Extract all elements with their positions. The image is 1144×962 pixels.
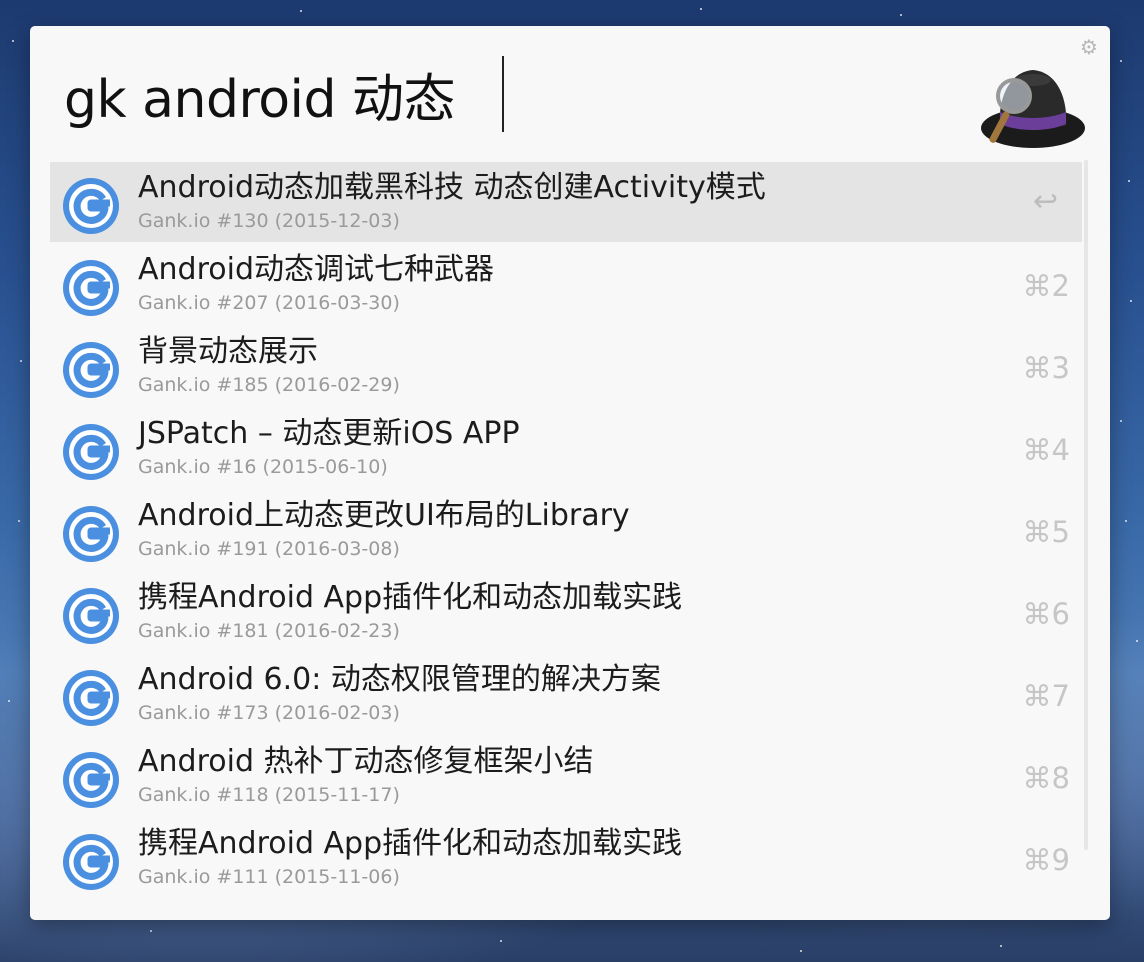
gank-g-icon [63,588,119,644]
search-input[interactable]: gk android 动态 [64,60,456,140]
launcher-panel: gk android 动态 ⚙ Android动态加载黑科技 动态创建Activ… [30,26,1110,920]
gank-g-icon [63,506,119,562]
result-row[interactable]: JSPatch – 动态更新iOS APP Gank.io #16 (2015-… [50,408,1082,490]
result-subtitle: Gank.io #185 (2016-02-29) [138,374,400,396]
result-row[interactable]: 携程Android App插件化和动态加载实践 Gank.io #181 (20… [50,572,1082,654]
result-title: Android 热补丁动态修复框架小结 [138,744,594,779]
result-subtitle: Gank.io #191 (2016-03-08) [138,538,400,560]
result-title: Android上动态更改UI布局的Library [138,498,630,533]
gank-g-icon [63,178,119,234]
result-shortcut: ↩ [1032,184,1058,219]
result-subtitle: Gank.io #207 (2016-03-30) [138,292,400,314]
gank-g-icon [63,424,119,480]
gank-g-icon [63,752,119,808]
result-row[interactable]: Android 热补丁动态修复框架小结 Gank.io #118 (2015-1… [50,736,1082,818]
text-caret [502,56,504,132]
results-list: Android动态加载黑科技 动态创建Activity模式 Gank.io #1… [50,162,1082,900]
result-subtitle: Gank.io #130 (2015-12-03) [138,210,400,232]
result-shortcut: ⌘5 [1022,515,1070,549]
result-title: 背景动态展示 [138,334,318,369]
result-title: JSPatch – 动态更新iOS APP [138,416,520,451]
result-title: 携程Android App插件化和动态加载实践 [138,826,683,861]
result-subtitle: Gank.io #173 (2016-02-03) [138,702,400,724]
result-shortcut: ⌘4 [1022,433,1070,467]
result-row[interactable]: Android动态加载黑科技 动态创建Activity模式 Gank.io #1… [50,162,1082,242]
result-shortcut: ⌘7 [1022,679,1070,713]
result-row[interactable]: Android动态调试七种武器 Gank.io #207 (2016-03-30… [50,244,1082,326]
result-title: 携程Android App插件化和动态加载实践 [138,580,683,615]
result-subtitle: Gank.io #111 (2015-11-06) [138,866,400,888]
result-subtitle: Gank.io #181 (2016-02-23) [138,620,400,642]
result-subtitle: Gank.io #118 (2015-11-17) [138,784,400,806]
result-shortcut: ⌘8 [1022,761,1070,795]
gank-g-icon [63,834,119,890]
result-row[interactable]: 携程Android App插件化和动态加载实践 Gank.io #111 (20… [50,818,1082,900]
result-title: Android动态调试七种武器 [138,252,494,287]
result-shortcut: ⌘2 [1022,269,1070,303]
result-subtitle: Gank.io #16 (2015-06-10) [138,456,388,478]
gank-g-icon [63,342,119,398]
result-row[interactable]: 背景动态展示 Gank.io #185 (2016-02-29) ⌘3 [50,326,1082,408]
result-shortcut: ⌘6 [1022,597,1070,631]
gank-g-icon [63,260,119,316]
result-title: Android 6.0: 动态权限管理的解决方案 [138,662,661,697]
result-row[interactable]: Android上动态更改UI布局的Library Gank.io #191 (2… [50,490,1082,572]
result-title: Android动态加载黑科技 动态创建Activity模式 [138,170,766,205]
result-shortcut: ⌘9 [1022,843,1070,877]
result-shortcut: ⌘3 [1022,351,1070,385]
result-row[interactable]: Android 6.0: 动态权限管理的解决方案 Gank.io #173 (2… [50,654,1082,736]
results-scrollbar[interactable] [1084,160,1088,850]
gank-g-icon [63,670,119,726]
alfred-hat-icon [981,70,1085,148]
